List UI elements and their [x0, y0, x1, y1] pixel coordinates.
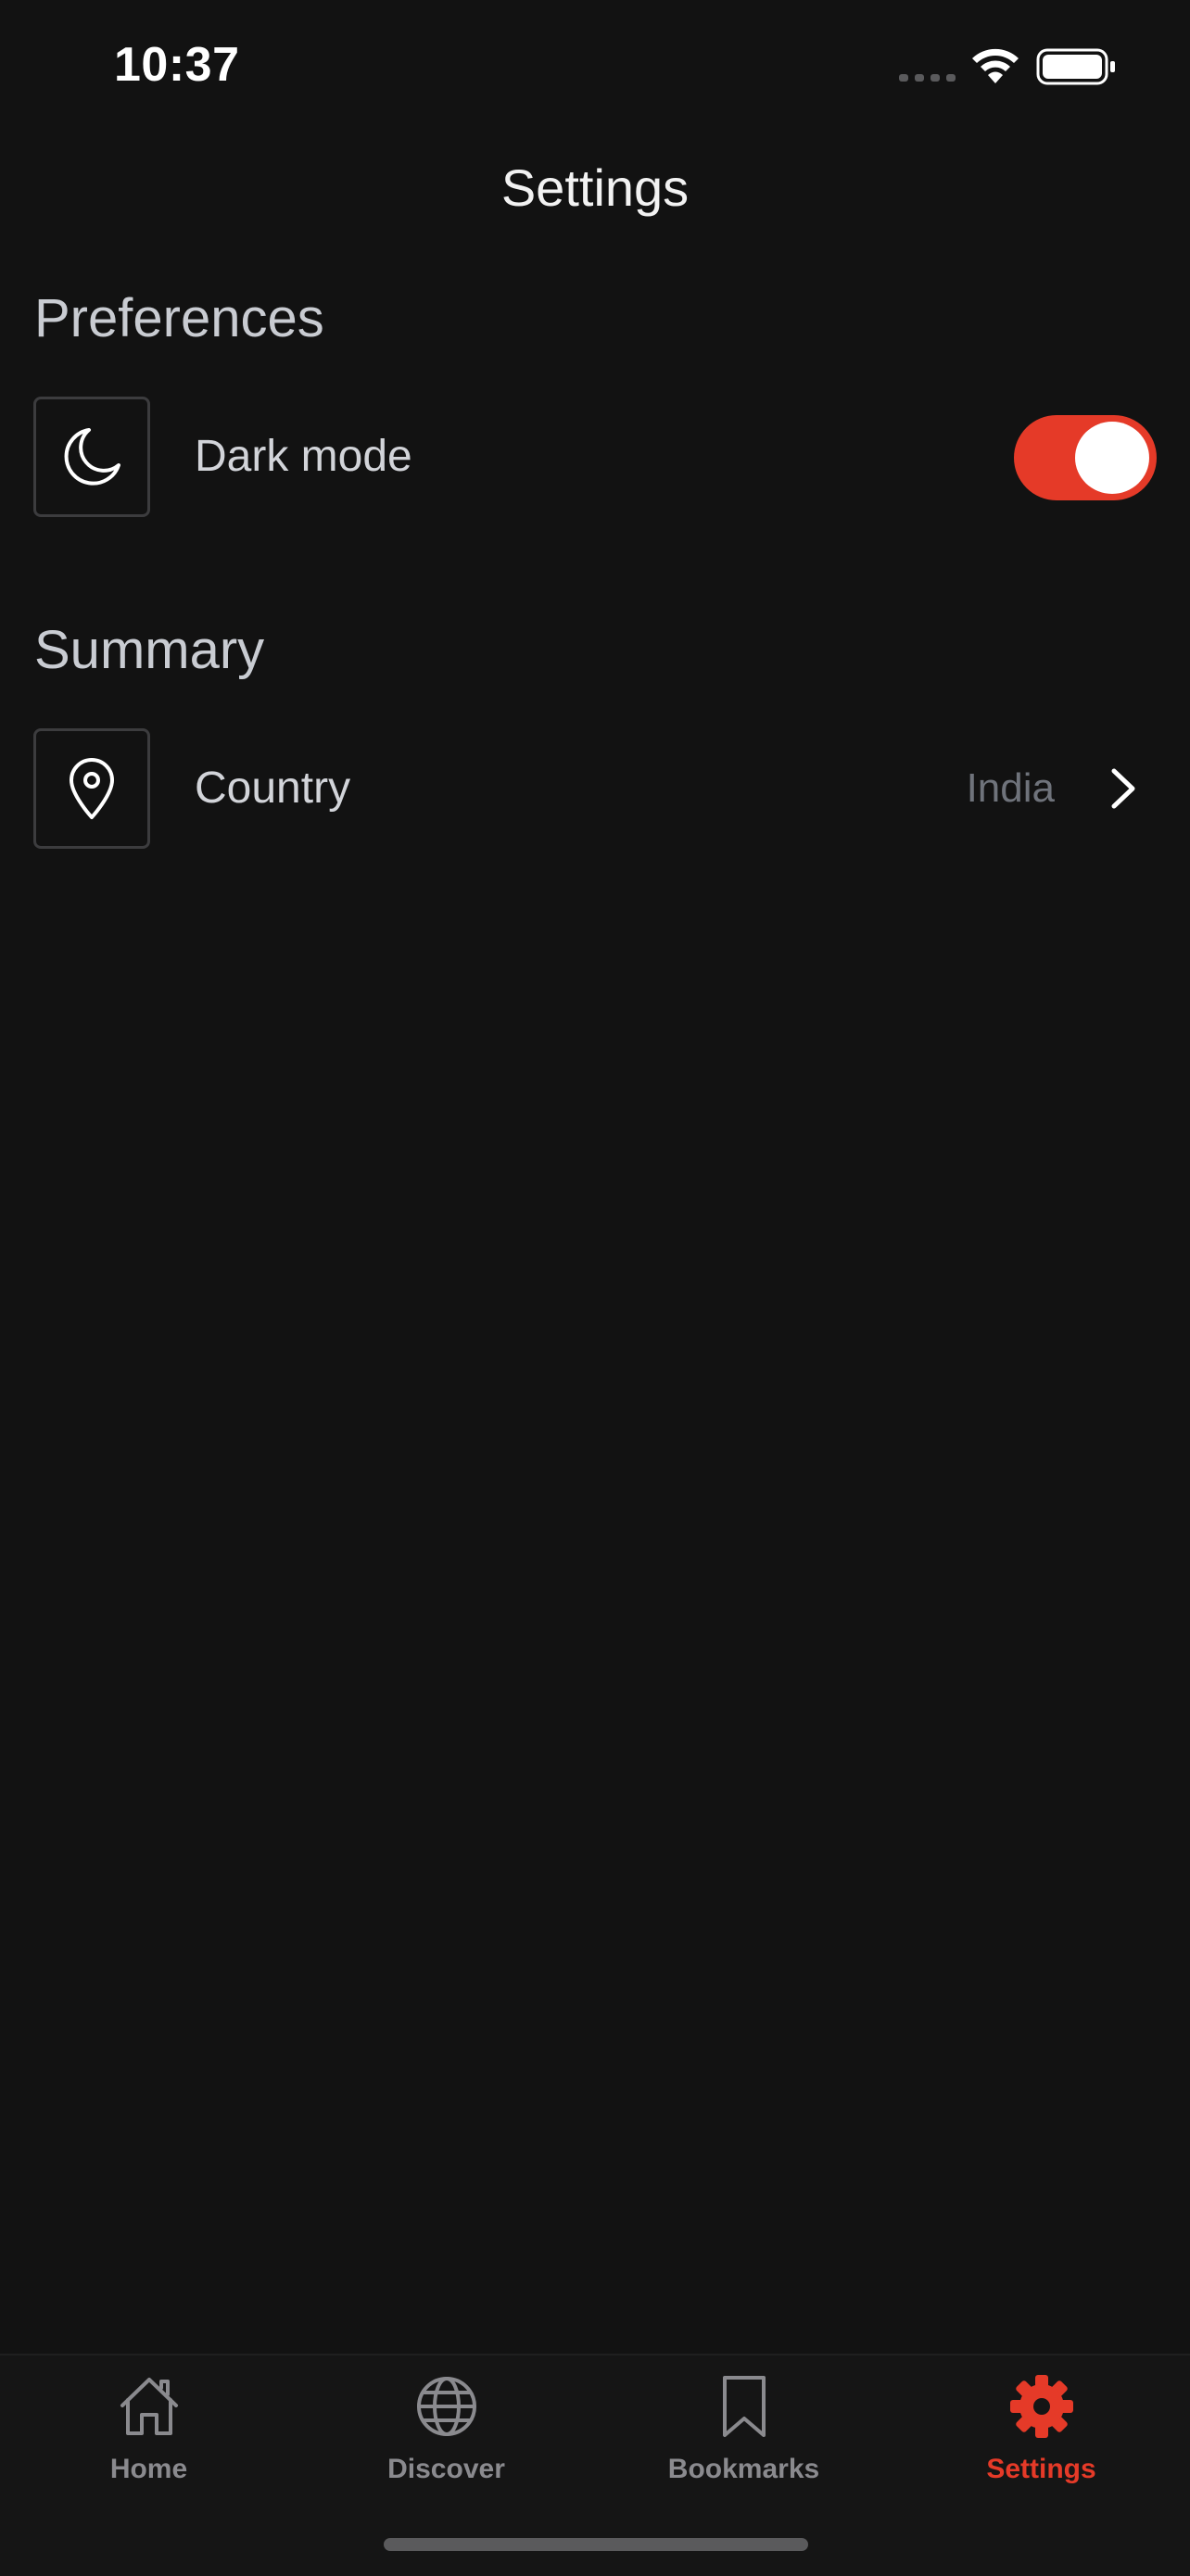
location-pin-icon	[70, 758, 114, 819]
tab-bookmarks-label: Bookmarks	[667, 2454, 820, 2484]
tab-home-label: Home	[109, 2454, 188, 2484]
section-header-summary: Summary	[34, 620, 265, 680]
dark-mode-row[interactable]: Dark mode	[0, 397, 1190, 519]
dark-mode-toggle[interactable]	[1014, 415, 1157, 500]
tab-discover[interactable]: Discover	[298, 2372, 595, 2511]
cellular-signal-icon	[899, 74, 956, 82]
chevron-right-icon	[1111, 768, 1135, 809]
home-indicator	[384, 2538, 808, 2551]
page-title: Settings	[500, 158, 690, 217]
dark-mode-label: Dark mode	[195, 432, 412, 481]
status-time: 10:37	[114, 38, 240, 92]
section-header-preferences: Preferences	[34, 288, 324, 348]
gear-icon	[1009, 2375, 1073, 2438]
dark-mode-icon-box	[33, 397, 150, 517]
battery-icon	[1036, 48, 1115, 85]
country-value: India	[966, 765, 1055, 811]
wifi-icon	[972, 48, 1019, 83]
status-bar: 10:37	[0, 0, 1190, 130]
country-icon-box	[33, 728, 150, 849]
moon-icon	[64, 428, 120, 486]
bookmark-icon	[722, 2376, 766, 2437]
tab-home[interactable]: Home	[0, 2372, 298, 2511]
country-label: Country	[195, 764, 351, 813]
tab-settings[interactable]: Settings	[892, 2372, 1190, 2511]
tab-discover-label: Discover	[387, 2454, 505, 2484]
country-row[interactable]: Country India	[0, 728, 1190, 851]
tab-settings-label: Settings	[986, 2454, 1096, 2484]
tab-bookmarks[interactable]: Bookmarks	[595, 2372, 892, 2511]
home-icon	[120, 2378, 178, 2435]
globe-icon	[416, 2377, 476, 2436]
toggle-knob	[1075, 422, 1149, 494]
